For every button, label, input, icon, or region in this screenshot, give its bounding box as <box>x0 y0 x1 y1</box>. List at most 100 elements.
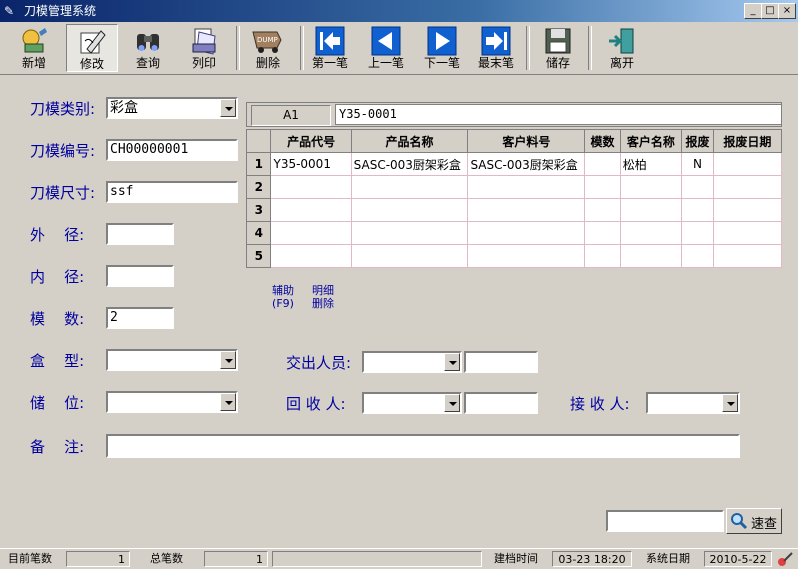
table-row[interactable]: 2 <box>245 175 783 199</box>
col-header[interactable]: 产品名称 <box>350 129 469 153</box>
prev-record-button[interactable]: 上一笔 <box>360 24 412 72</box>
chevron-down-icon[interactable] <box>444 394 460 412</box>
col-header[interactable]: 报废 <box>681 129 714 153</box>
query-button[interactable]: 查询 <box>122 24 174 72</box>
grid-cell[interactable] <box>467 175 586 199</box>
recycler-extra-input[interactable] <box>464 392 538 414</box>
grid-cell[interactable]: Y35-0001 <box>270 152 352 176</box>
grid-cell[interactable] <box>619 244 683 268</box>
receiver-select[interactable] <box>646 392 740 414</box>
grid-cell[interactable]: SASC-003厨架彩盒 <box>350 152 469 176</box>
grid-cell[interactable] <box>350 198 469 222</box>
recycler-select[interactable] <box>362 392 462 414</box>
chevron-down-icon[interactable] <box>220 99 236 117</box>
add-button[interactable]: 新增 <box>8 24 60 72</box>
grid-cell[interactable] <box>350 244 469 268</box>
grid-cell[interactable] <box>712 221 783 245</box>
grid-cell[interactable] <box>681 198 714 222</box>
col-header[interactable]: 报废日期 <box>712 129 783 153</box>
table-row[interactable]: 5 <box>245 244 783 268</box>
chevron-down-icon[interactable] <box>722 394 738 412</box>
die-size-input[interactable]: ssf <box>106 181 238 203</box>
col-header[interactable]: 客户料号 <box>467 129 586 153</box>
grid-cell[interactable] <box>467 198 586 222</box>
status-spacer <box>272 551 482 567</box>
cell-ref-box: A1 <box>251 105 331 126</box>
col-header[interactable]: 模数 <box>584 129 621 153</box>
grid-cell[interactable] <box>350 175 469 199</box>
chevron-down-icon[interactable] <box>444 353 460 371</box>
grid-cell[interactable] <box>619 175 683 199</box>
grid-corner <box>245 129 272 153</box>
grid-cell[interactable] <box>270 244 352 268</box>
save-button[interactable]: 储存 <box>532 24 584 72</box>
col-header[interactable]: 客户名称 <box>619 129 683 153</box>
mold-count-input[interactable]: 2 <box>106 307 174 329</box>
grid-cell[interactable] <box>467 221 586 245</box>
grid-cell[interactable] <box>619 221 683 245</box>
grid-cell[interactable] <box>712 175 783 199</box>
grid-cell[interactable] <box>350 221 469 245</box>
grid-cell[interactable] <box>467 244 586 268</box>
next-record-label: 下一笔 <box>423 56 460 70</box>
grid-cell[interactable] <box>712 198 783 222</box>
quick-search-input[interactable] <box>606 510 724 532</box>
row-number: 4 <box>245 221 272 245</box>
storage-select[interactable] <box>106 391 238 413</box>
title-bar[interactable]: ✎ 刀模管理系统 _ □ × <box>0 0 798 22</box>
grid-cell[interactable] <box>584 221 621 245</box>
handover-select[interactable] <box>362 351 462 373</box>
table-row[interactable]: 3 <box>245 198 783 222</box>
grid-cell[interactable]: SASC-003厨架彩盒 <box>467 152 586 176</box>
grid-cell[interactable] <box>681 244 714 268</box>
chevron-down-icon[interactable] <box>220 351 236 369</box>
close-button[interactable]: × <box>778 3 796 19</box>
print-button[interactable]: 列印 <box>178 24 230 72</box>
product-grid[interactable]: 产品代号 产品名称 客户料号 模数 客户名称 报废 报废日期 1 Y35-000… <box>245 129 783 268</box>
delete-button[interactable]: DUMP 删除 <box>242 24 294 72</box>
grid-cell[interactable] <box>681 175 714 199</box>
app-tray-icon <box>778 552 793 566</box>
grid-cell[interactable] <box>270 198 352 222</box>
handover-extra-input[interactable] <box>464 351 538 373</box>
row-number: 3 <box>245 198 272 222</box>
add-label: 新增 <box>21 56 46 70</box>
exit-button[interactable]: 离开 <box>596 24 648 72</box>
minimize-button[interactable]: _ <box>744 3 762 19</box>
grid-cell[interactable]: N <box>681 152 714 176</box>
next-record-button[interactable]: 下一笔 <box>416 24 468 72</box>
quick-search-button[interactable]: 速查 <box>726 508 782 534</box>
grid-cell[interactable] <box>584 244 621 268</box>
outer-diameter-input[interactable] <box>106 223 174 245</box>
row-number: 1 <box>245 152 272 176</box>
table-row[interactable]: 1 Y35-0001 SASC-003厨架彩盒 SASC-003厨架彩盒 松柏 … <box>245 152 783 176</box>
grid-cell[interactable] <box>270 175 352 199</box>
last-record-button[interactable]: 最末笔 <box>470 24 522 72</box>
first-record-button[interactable]: 第一笔 <box>304 24 356 72</box>
app-icon[interactable]: ✎ <box>4 3 20 19</box>
die-type-select[interactable]: 彩盒 <box>106 97 238 119</box>
grid-cell[interactable] <box>584 175 621 199</box>
grid-cell[interactable] <box>712 244 783 268</box>
cell-value-input[interactable]: Y35-0001 <box>335 104 782 125</box>
grid-cell[interactable] <box>619 198 683 222</box>
chevron-down-icon[interactable] <box>220 393 236 411</box>
assist-button[interactable]: 辅助 (F9) <box>272 284 294 310</box>
grid-cell[interactable] <box>584 152 621 176</box>
toolbar-separator <box>236 26 240 70</box>
prev-record-label: 上一笔 <box>367 56 404 70</box>
edit-button[interactable]: 修改 <box>66 24 118 72</box>
grid-cell[interactable] <box>681 221 714 245</box>
note-input[interactable] <box>106 434 740 458</box>
grid-cell[interactable] <box>584 198 621 222</box>
grid-cell[interactable] <box>270 221 352 245</box>
die-code-input[interactable]: CH00000001 <box>106 139 238 161</box>
grid-cell[interactable]: 松柏 <box>619 152 683 176</box>
col-header[interactable]: 产品代号 <box>270 129 352 153</box>
maximize-button[interactable]: □ <box>761 3 779 19</box>
delete-detail-button[interactable]: 明细 删除 <box>312 284 334 310</box>
inner-diameter-input[interactable] <box>106 265 174 287</box>
table-row[interactable]: 4 <box>245 221 783 245</box>
box-type-select[interactable] <box>106 349 238 371</box>
grid-cell[interactable] <box>712 152 783 176</box>
